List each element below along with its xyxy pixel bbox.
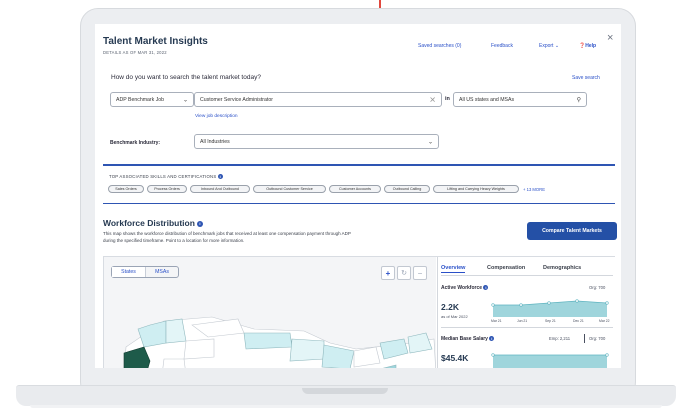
tab-demographics[interactable]: Demographics (543, 265, 581, 271)
export-label: Export (539, 43, 554, 49)
info-icon[interactable]: i (489, 336, 495, 342)
value-divider (584, 334, 585, 343)
skill-chip[interactable]: Customer Accounts (329, 185, 381, 193)
sparkline-point (491, 303, 495, 307)
active-workforce-org: Org: 700 (589, 285, 606, 290)
skill-chip[interactable]: Process Orders (147, 185, 187, 193)
job-search-input[interactable]: Customer Service Administrator ✕ (194, 92, 442, 107)
active-workforce-sparkline (491, 299, 609, 317)
panel-divider (437, 257, 438, 368)
sparkline-xlabel: Mar 22 (599, 319, 610, 323)
median-salary-sparkline (491, 353, 609, 368)
workforce-desc-line2: during the specified timeframe. Point to… (103, 238, 245, 243)
skills-heading: TOP ASSOCIATED SKILLS AND CERTIFICATIONS… (109, 174, 223, 180)
search-type-select[interactable]: ADP Benchmark Job ⌄ (110, 92, 194, 107)
chevron-down-icon: ⌄ (182, 97, 188, 103)
skills-heading-text: TOP ASSOCIATED SKILLS AND CERTIFICATIONS (109, 174, 217, 179)
help-link[interactable]: ❓Help (579, 43, 596, 49)
sparkline-xlabel: Sep 21 (545, 319, 556, 323)
state-shape[interactable] (162, 358, 186, 368)
state-shape[interactable] (289, 338, 325, 362)
clear-icon[interactable]: ✕ (429, 95, 436, 104)
in-label: in (445, 96, 450, 102)
zoom-in-button[interactable]: + (381, 266, 395, 280)
median-salary-emp: Emp: 2,211 (549, 336, 571, 341)
laptop-notch (302, 388, 388, 394)
us-map (123, 316, 436, 368)
saved-searches-link[interactable]: Saved searches (0) (418, 43, 461, 49)
save-search-link[interactable]: Save search (572, 75, 600, 81)
map-level-toggle: States MSAs (111, 266, 179, 278)
median-salary-label: Median Base Salary i (441, 336, 495, 342)
section-divider (103, 164, 615, 166)
job-search-value: Customer Service Administrator (200, 96, 273, 103)
active-workforce-value: 2.2K (441, 302, 459, 312)
sparkline-xlabel: Mar 21 (491, 319, 502, 323)
search-type-value: ADP Benchmark Job (116, 96, 165, 103)
close-icon[interactable]: × (607, 32, 613, 44)
export-menu[interactable]: Export ⌄ (539, 43, 559, 49)
workforce-title-text: Workforce Distribution (103, 218, 195, 228)
sparkline-xlabel: Jun 21 (517, 319, 528, 323)
skill-chip[interactable]: Lifting and Carrying Heavy Weights (433, 185, 519, 193)
location-pin-icon: ⚲ (576, 97, 581, 103)
tab-compensation[interactable]: Compensation (487, 265, 525, 271)
skill-chip[interactable]: Outbound Calling (384, 185, 430, 193)
info-icon[interactable]: i (217, 174, 223, 180)
compare-talent-markets-button[interactable]: Compare Talent Markets (527, 222, 617, 240)
tab-divider (441, 275, 613, 276)
workforce-title: Workforce Distribution i (103, 218, 203, 228)
chevron-down-icon: ⌄ (554, 43, 560, 49)
tab-overview[interactable]: Overview (441, 265, 466, 273)
active-workforce-label: Active Workforce i (441, 285, 489, 291)
as-of-date: DETAILS AS OF MAR 31, 2022 (103, 50, 167, 55)
location-value: All US states and MSAs (459, 96, 515, 103)
app-screen: Talent Market Insights DETAILS AS OF MAR… (95, 24, 621, 368)
median-salary-value: $45.4K (441, 353, 469, 363)
skill-chip[interactable]: Sales Orders (108, 185, 144, 193)
state-shape[interactable] (183, 338, 215, 360)
section-divider (103, 203, 615, 204)
reset-view-button[interactable]: ↻ (397, 266, 411, 280)
industry-select[interactable]: All Industries ⌄ (194, 134, 439, 149)
info-icon[interactable]: i (196, 220, 203, 227)
chevron-down-icon: ⌄ (427, 139, 433, 145)
sparkline-point (491, 353, 495, 357)
search-question: How do you want to search the talent mar… (111, 74, 261, 81)
industry-label: Benchmark Industry: (110, 140, 161, 146)
state-shape[interactable] (243, 332, 293, 350)
sparkline-point (605, 301, 609, 305)
workforce-desc-line1: This map shows the workforce distributio… (103, 231, 351, 236)
more-skills-link[interactable]: + 13 MORE (523, 187, 545, 192)
msas-toggle[interactable]: MSAs (146, 267, 178, 277)
median-salary-org: Org: 700 (589, 336, 606, 341)
skill-chip[interactable]: Outbound Customer Service (253, 185, 326, 193)
sparkline-xlabel: Dec 21 (573, 319, 584, 323)
states-toggle[interactable]: States (112, 267, 146, 277)
overview-panel: Overview Compensation Demographics Activ… (437, 257, 615, 368)
sparkline-point (605, 353, 609, 357)
page-title: Talent Market Insights (103, 36, 208, 47)
laptop-base-shadow (30, 405, 662, 408)
active-workforce-text: Active Workforce (441, 285, 483, 291)
sparkline-point (519, 303, 523, 307)
sparkline-point (547, 301, 551, 305)
help-label: Help (585, 43, 597, 49)
view-job-description-link[interactable]: View job description (195, 114, 238, 119)
active-workforce-asof: as of Mar 2022 (441, 314, 468, 319)
location-input[interactable]: All US states and MSAs ⚲ (453, 92, 587, 107)
info-icon[interactable]: i (483, 285, 489, 291)
zoom-out-button[interactable]: − (413, 266, 427, 280)
feedback-link[interactable]: Feedback (491, 43, 513, 49)
skill-chip[interactable]: Inbound And Outbound (190, 185, 250, 193)
metric-divider (441, 327, 613, 328)
median-salary-text: Median Base Salary (441, 336, 488, 342)
industry-value: All Industries (200, 138, 230, 145)
sparkline-point (575, 299, 579, 303)
